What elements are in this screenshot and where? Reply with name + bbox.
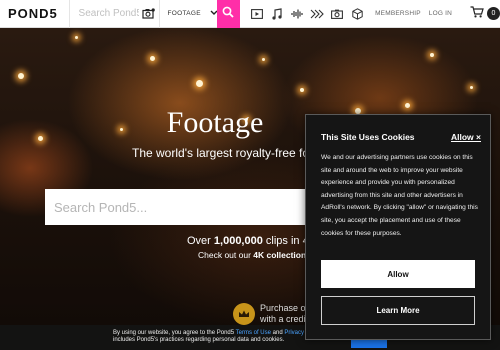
learn-more-button[interactable]: Learn More — [321, 296, 475, 325]
cart-count-badge: 0 — [487, 7, 500, 20]
login-link[interactable]: LOG IN — [429, 10, 452, 17]
sound-fx-icon[interactable] — [287, 0, 307, 28]
consent-header: This Site Uses Cookies Allow × — [321, 132, 481, 142]
consent-body-text: We and our advertising partners use cook… — [321, 154, 478, 237]
3d-icon[interactable] — [347, 0, 367, 28]
media-type-label: FOOTAGE — [167, 10, 201, 17]
4k-collection-link[interactable]: 4K collection — [253, 250, 306, 260]
clips-count-text: Over 1,000,000 clips in 4K — [187, 235, 307, 247]
privacy-link[interactable]: Privacy — [284, 330, 304, 336]
collection-text: Check out our 4K collection — [198, 250, 308, 260]
cookie-bar-text-line-2: includes Pond5's practices regarding per… — [113, 337, 285, 343]
cookie-bar-and: and — [270, 330, 285, 336]
header-search-field[interactable]: Search Pond5... — [68, 0, 159, 28]
cookie-consent-dialog: This Site Uses Cookies Allow × We and ou… — [305, 114, 491, 340]
search-icon — [222, 5, 234, 23]
cookie-bar-text: By using our website, you agree to the P… — [113, 330, 236, 336]
allow-button[interactable]: Allow — [321, 260, 475, 288]
pond5-logo[interactable]: POND5 — [0, 6, 69, 21]
collection-prefix: Check out our — [198, 250, 254, 260]
hero-search-placeholder: Search Pond5... — [54, 199, 148, 215]
clips-suffix: clips in 4K — [265, 235, 307, 247]
consent-allow-close-link[interactable]: Allow × — [451, 132, 481, 142]
membership-link[interactable]: MEMBERSHIP — [375, 10, 421, 17]
clips-count: 1,000,000 — [213, 235, 263, 247]
search-button[interactable] — [216, 0, 241, 28]
clips-prefix: Over — [187, 235, 214, 247]
media-type-select[interactable]: FOOTAGE — [158, 0, 218, 28]
top-navigation: POND5 Search Pond5... FOOTAGE MEMBERSHIP… — [0, 0, 500, 28]
hero-subtitle: The world's largest royalty-free footage… — [132, 146, 312, 160]
photo-icon[interactable] — [327, 0, 347, 28]
media-category-icons — [247, 0, 367, 28]
cart-button[interactable]: 0 — [470, 0, 500, 28]
crown-icon — [233, 303, 255, 325]
camera-search-icon[interactable] — [139, 0, 159, 28]
music-icon[interactable] — [267, 0, 287, 28]
hero-search-input[interactable]: Search Pond5... — [45, 189, 308, 225]
after-effects-icon[interactable] — [307, 0, 327, 28]
cart-icon — [470, 5, 484, 23]
header-search-placeholder: Search Pond5... — [78, 8, 139, 19]
consent-title: This Site Uses Cookies — [321, 132, 415, 142]
video-icon[interactable] — [247, 0, 267, 28]
terms-of-use-link[interactable]: Terms of Use — [236, 330, 271, 336]
